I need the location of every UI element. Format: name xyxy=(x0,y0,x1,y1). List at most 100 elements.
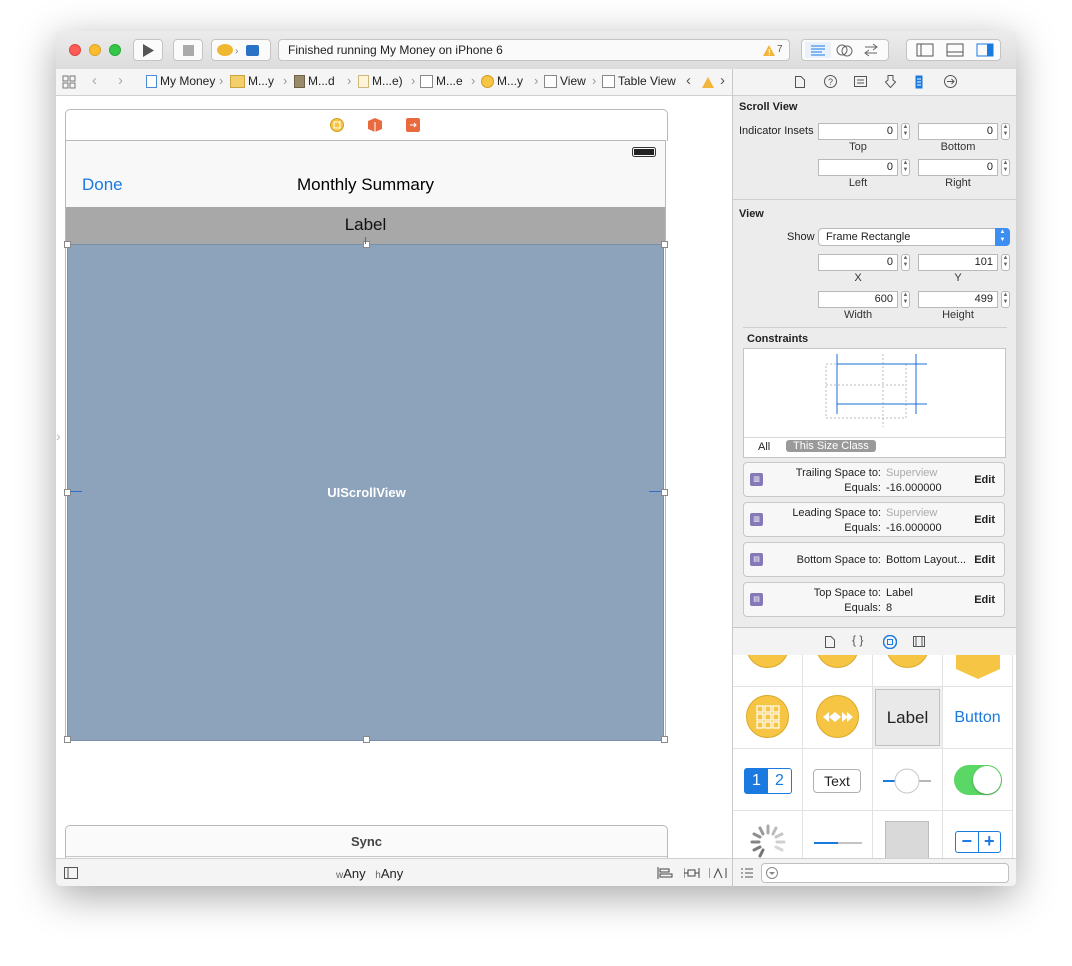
width-stepper[interactable]: ▲ ▼ xyxy=(901,291,910,308)
constraints-tab-all[interactable]: All xyxy=(758,441,770,453)
forward-arrow-icon[interactable]: › xyxy=(118,72,123,89)
edit-constraint-button[interactable]: Edit xyxy=(974,514,995,526)
previous-issue-icon[interactable]: ‹ xyxy=(686,72,691,89)
resize-handle[interactable] xyxy=(661,736,668,743)
exit-icon[interactable] xyxy=(406,118,420,132)
related-items-icon[interactable] xyxy=(62,75,76,89)
run-button[interactable] xyxy=(133,39,163,61)
library-item-segmented-control[interactable]: 1 2 xyxy=(733,749,803,811)
editor-mode-icons[interactable] xyxy=(805,42,885,58)
align-icon[interactable] xyxy=(657,867,673,879)
zoom-window-button[interactable] xyxy=(109,44,121,56)
inset-bottom-field[interactable]: 0 xyxy=(918,123,998,140)
library-item-button[interactable]: Button xyxy=(943,687,1013,749)
close-window-button[interactable] xyxy=(69,44,81,56)
document-outline-icon[interactable] xyxy=(64,867,78,879)
library-item-av-player[interactable] xyxy=(803,687,873,749)
library-item[interactable] xyxy=(803,655,873,687)
constraints-tab-size-class[interactable]: This Size Class xyxy=(786,440,876,452)
scroll-view[interactable]: UIScrollView xyxy=(64,237,668,743)
resize-handle[interactable] xyxy=(661,489,668,496)
library-item-switch[interactable] xyxy=(943,749,1013,811)
first-responder-icon[interactable] xyxy=(368,118,382,132)
attributes-shield-icon[interactable] xyxy=(885,75,896,88)
resize-handle[interactable] xyxy=(661,241,668,248)
inset-left-stepper[interactable]: ▲ ▼ xyxy=(901,159,910,176)
x-stepper[interactable]: ▲ ▼ xyxy=(901,254,910,271)
constraint-item[interactable]: ▤ Bottom Space to: Bottom Layout... Edit xyxy=(743,542,1005,577)
identity-inspector-icon[interactable] xyxy=(854,76,867,87)
library-item-slider[interactable] xyxy=(873,749,943,811)
resize-handle[interactable] xyxy=(64,736,71,743)
scheme-selector[interactable]: › xyxy=(211,39,271,61)
quick-help-icon[interactable]: ? xyxy=(824,75,837,88)
media-library-icon[interactable] xyxy=(913,636,925,647)
library-item-stepper[interactable]: − + xyxy=(943,811,1013,858)
constraints-diagram[interactable]: All This Size Class xyxy=(743,348,1006,458)
object-library-icon[interactable] xyxy=(883,635,897,649)
top-constraint-line[interactable] xyxy=(365,237,366,244)
constraint-item[interactable]: ▤ Top Space to: Label Equals: 8 Edit xyxy=(743,582,1005,617)
library-filter-field[interactable] xyxy=(761,863,1009,883)
view-controller-icon[interactable] xyxy=(330,118,344,132)
crumb-table-view[interactable]: Table View xyxy=(602,74,676,88)
inset-left-field[interactable]: 0 xyxy=(818,159,898,176)
inset-right-field[interactable]: 0 xyxy=(918,159,998,176)
next-issue-icon[interactable]: › xyxy=(720,72,725,89)
size-class-control[interactable]: wAny hAny xyxy=(336,866,403,881)
resize-handle[interactable] xyxy=(64,241,71,248)
edit-constraint-button[interactable]: Edit xyxy=(974,554,995,566)
constraint-item[interactable]: ▥ Trailing Space to: Superview Equals: -… xyxy=(743,462,1005,497)
inset-right-stepper[interactable]: ▲ ▼ xyxy=(1001,159,1010,176)
constraint-item[interactable]: ▥ Leading Space to: Superview Equals: -1… xyxy=(743,502,1005,537)
edit-constraint-button[interactable]: Edit xyxy=(974,594,995,606)
warning-icon[interactable]: ! xyxy=(763,45,775,56)
crumb-controller[interactable]: M...y xyxy=(481,74,523,88)
file-template-icon[interactable] xyxy=(825,636,835,648)
panel-toggle-icons[interactable] xyxy=(909,42,999,58)
warning-icon[interactable] xyxy=(702,77,714,88)
list-view-icon[interactable] xyxy=(741,868,753,878)
storyboard-canvas[interactable]: › Done Monthly Summary Label UIScrollVie… xyxy=(56,96,732,859)
inset-bottom-stepper[interactable]: ▲ ▼ xyxy=(1001,123,1010,140)
show-popup-button[interactable]: Frame Rectangle ▲ ▼ xyxy=(818,228,1010,246)
library-item-label[interactable]: Label xyxy=(873,687,943,749)
height-stepper[interactable]: ▲ ▼ xyxy=(1001,291,1010,308)
library-item-collection-view[interactable] xyxy=(733,687,803,749)
crumb-group[interactable]: M...y xyxy=(230,74,274,88)
crumb-base-file[interactable]: M...e) xyxy=(358,74,403,88)
library-item-text-field[interactable]: Text xyxy=(803,749,873,811)
back-arrow-icon[interactable]: ‹ xyxy=(92,72,97,89)
resolve-auto-layout-icon[interactable] xyxy=(709,867,727,879)
connections-inspector-icon[interactable] xyxy=(944,75,957,88)
size-inspector-icon[interactable] xyxy=(915,75,923,89)
library-item-activity-indicator[interactable] xyxy=(733,811,803,858)
inset-top-field[interactable]: 0 xyxy=(818,123,898,140)
library-item-progress-view[interactable] xyxy=(803,811,873,858)
library-item[interactable] xyxy=(943,655,1013,687)
trailing-constraint-line[interactable] xyxy=(649,491,661,492)
stop-button[interactable] xyxy=(173,39,203,61)
x-field[interactable]: 0 xyxy=(818,254,898,271)
y-field[interactable]: 101 xyxy=(918,254,998,271)
crumb-project[interactable]: My Money xyxy=(146,74,215,88)
minimize-window-button[interactable] xyxy=(89,44,101,56)
inset-top-stepper[interactable]: ▲ ▼ xyxy=(901,123,910,140)
resize-handle[interactable] xyxy=(363,736,370,743)
file-inspector-icon[interactable] xyxy=(795,76,805,88)
sync-scene-dock[interactable]: Sync xyxy=(65,825,668,859)
crumb-storyboard[interactable]: M...d xyxy=(294,74,335,88)
library-item[interactable] xyxy=(873,655,943,687)
code-snippet-icon[interactable]: { } xyxy=(852,633,863,647)
pin-icon[interactable] xyxy=(684,867,700,879)
y-stepper[interactable]: ▲ ▼ xyxy=(1001,254,1010,271)
view-controller-scene[interactable]: Done Monthly Summary Label UIScrollView xyxy=(64,140,668,743)
leading-constraint-line[interactable] xyxy=(70,491,82,492)
crumb-scene[interactable]: M...e xyxy=(420,74,463,88)
edit-constraint-button[interactable]: Edit xyxy=(974,474,995,486)
library-item[interactable] xyxy=(733,655,803,687)
width-field[interactable]: 600 xyxy=(818,291,898,308)
height-field[interactable]: 499 xyxy=(918,291,998,308)
library-item-page-control[interactable] xyxy=(873,811,943,858)
crumb-view[interactable]: View xyxy=(544,74,586,88)
